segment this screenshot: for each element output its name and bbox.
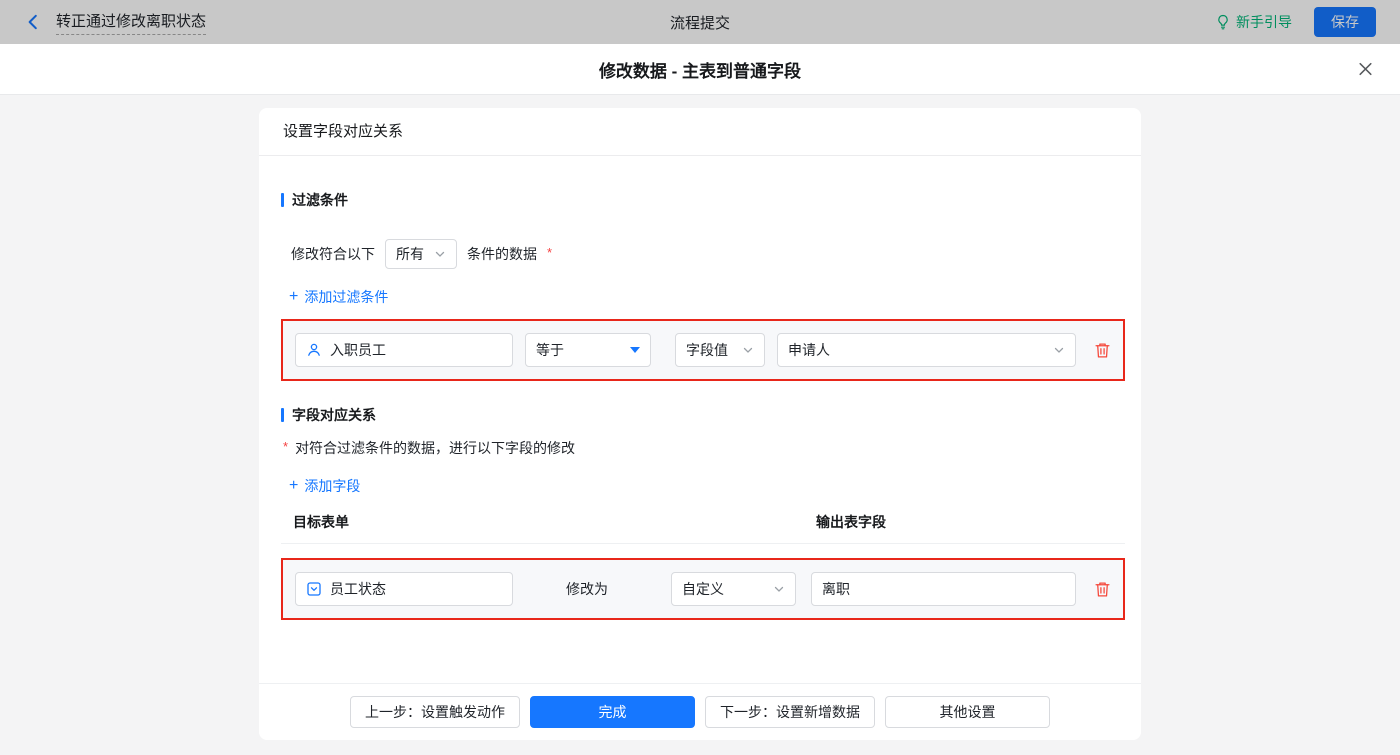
match-scope-value: 所有 <box>396 246 424 262</box>
modal-title: 修改数据 - 主表到普通字段 <box>598 61 802 81</box>
chevron-down-icon <box>435 251 445 257</box>
guide-label: 新手引导 <box>1236 14 1292 30</box>
filter-section-title: 过滤条件 <box>281 190 1125 210</box>
beginner-guide-link[interactable]: 新手引导 <box>1215 12 1292 32</box>
modal-body: 设置字段对应关系 过滤条件 修改符合以下 所有 条件的数据 * + 添加过滤条件… <box>0 95 1400 755</box>
field-mapping-panel: 设置字段对应关系 过滤条件 修改符合以下 所有 条件的数据 * + 添加过滤条件… <box>259 108 1141 740</box>
caret-down-icon <box>630 347 640 353</box>
value-mode-select[interactable]: 自定义 <box>671 572 796 606</box>
workflow-title[interactable]: 转正通过修改离职状态 <box>56 10 207 35</box>
mapping-description: 对符合过滤条件的数据，进行以下字段的修改 <box>295 440 576 456</box>
output-value-input[interactable]: 离职 <box>811 572 1076 606</box>
filter-section-label: 过滤条件 <box>292 192 348 208</box>
mapping-section-title: 字段对应关系 <box>281 405 1125 425</box>
panel-footer: 上一步：设置触发动作 完成 下一步：设置新增数据 其他设置 <box>259 683 1141 740</box>
column-header-target-form: 目标表单 <box>293 514 349 530</box>
condition-value-type-select[interactable]: 字段值 <box>675 333 765 367</box>
done-button[interactable]: 完成 <box>530 696 695 728</box>
add-field-label: 添加字段 <box>304 478 361 494</box>
target-field-value: 员工状态 <box>330 581 386 597</box>
close-button[interactable] <box>1357 61 1374 78</box>
condition-operator-select[interactable]: 等于 <box>525 333 651 367</box>
workflow-topbar: 转正通过修改离职状态 流程提交 新手引导 保存 <box>0 0 1400 44</box>
match-scope-select[interactable]: 所有 <box>385 239 457 269</box>
add-filter-condition-label: 添加过滤条件 <box>304 289 389 305</box>
output-value-text: 离职 <box>822 581 850 597</box>
plus-icon: + <box>289 288 299 305</box>
back-button[interactable] <box>24 13 42 31</box>
value-mode-value: 自定义 <box>682 581 724 597</box>
condition-value-value: 申请人 <box>788 342 830 358</box>
app-screen: 转正通过修改离职状态 流程提交 新手引导 保存 修改数据 - 主表到普通字段 设… <box>0 0 1400 755</box>
trash-icon <box>1095 582 1110 597</box>
modal-header: 修改数据 - 主表到普通字段 <box>0 44 1400 95</box>
mapping-description-row: * 对符合过滤条件的数据，进行以下字段的修改 <box>281 438 1125 458</box>
edit-data-modal: 修改数据 - 主表到普通字段 设置字段对应关系 过滤条件 修改符合以下 所有 条… <box>0 44 1400 755</box>
panel-content: 过滤条件 修改符合以下 所有 条件的数据 * + 添加过滤条件 入职员工 等于 … <box>259 156 1141 683</box>
condition-operator-value: 等于 <box>536 342 564 358</box>
filter-condition-row: 入职员工 等于 字段值 申请人 <box>281 319 1125 381</box>
close-icon <box>1359 62 1372 76</box>
required-asterisk: * <box>547 244 553 260</box>
panel-title: 设置字段对应关系 <box>259 108 1141 156</box>
delete-mapping-button[interactable] <box>1094 580 1111 598</box>
section-accent-bar <box>281 193 284 207</box>
mapping-section-label: 字段对应关系 <box>292 407 376 423</box>
condition-field-value: 入职员工 <box>330 342 386 358</box>
trash-icon <box>1095 343 1110 358</box>
chevron-left-icon <box>28 14 37 30</box>
topbar-right: 新手引导 保存 <box>1215 7 1376 37</box>
modify-to-label: 修改为 <box>566 581 608 597</box>
match-suffix-label: 条件的数据 <box>467 246 537 262</box>
match-scope-row: 修改符合以下 所有 条件的数据 * <box>281 239 1125 269</box>
other-settings-button[interactable]: 其他设置 <box>885 696 1050 728</box>
lightbulb-icon <box>1218 14 1228 30</box>
topbar-center-label: 流程提交 <box>669 14 730 32</box>
select-field-icon <box>307 582 321 596</box>
save-button[interactable]: 保存 <box>1314 7 1376 37</box>
condition-value-select[interactable]: 申请人 <box>777 333 1076 367</box>
condition-value-type-value: 字段值 <box>686 342 728 358</box>
target-field-input[interactable]: 员工状态 <box>295 572 513 606</box>
delete-condition-button[interactable] <box>1094 341 1111 359</box>
user-icon <box>308 343 320 356</box>
required-asterisk: * <box>283 438 289 454</box>
column-header-output-field: 输出表字段 <box>816 514 886 530</box>
next-step-button[interactable]: 下一步：设置新增数据 <box>705 696 875 728</box>
section-accent-bar <box>281 408 284 422</box>
match-prefix-label: 修改符合以下 <box>291 246 375 262</box>
topbar-left: 转正通过修改离职状态 <box>24 10 207 35</box>
condition-field-input[interactable]: 入职员工 <box>295 333 513 367</box>
mapping-column-headers: 目标表单 输出表字段 <box>281 512 1125 544</box>
field-mapping-row: 员工状态 修改为 自定义 离职 <box>281 558 1125 620</box>
plus-icon: + <box>289 477 299 494</box>
chevron-down-icon <box>743 347 753 353</box>
prev-step-button[interactable]: 上一步：设置触发动作 <box>350 696 520 728</box>
add-filter-condition-link[interactable]: + 添加过滤条件 <box>289 287 388 307</box>
chevron-down-icon <box>1054 347 1064 353</box>
chevron-down-icon <box>774 586 784 592</box>
add-field-link[interactable]: + 添加字段 <box>289 476 360 496</box>
